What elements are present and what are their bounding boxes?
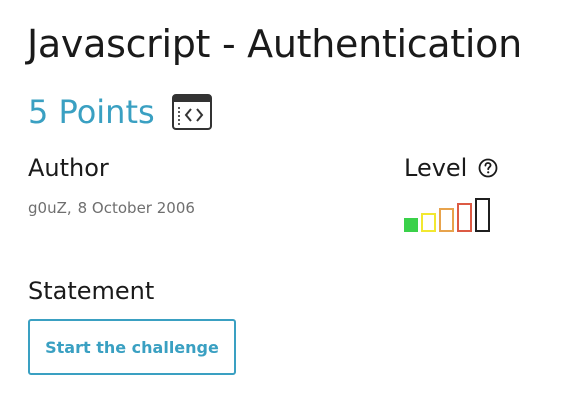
level-bar-5 [475, 198, 490, 232]
author-name[interactable]: g0uZ, [28, 199, 72, 217]
challenge-page: Javascript - Authentication 5 Points Aut… [0, 0, 588, 406]
start-challenge-button[interactable]: Start the challenge [28, 319, 236, 375]
question-circle-icon[interactable] [478, 158, 498, 178]
code-window-icon [171, 94, 212, 130]
author-heading: Author [28, 154, 109, 182]
level-heading: Level [404, 154, 468, 182]
author-info: g0uZ, 8 October 2006 [28, 199, 195, 217]
level-bar-4 [457, 203, 472, 232]
publish-date: 8 October 2006 [77, 199, 195, 217]
level-bar-1 [404, 218, 418, 232]
level-bar-3 [439, 208, 454, 232]
level-bar-2 [421, 213, 436, 232]
statement-heading: Statement [28, 277, 155, 305]
difficulty-level-indicator [404, 196, 498, 232]
challenge-title: Javascript - Authentication [27, 22, 522, 66]
challenge-points: 5 Points [28, 93, 155, 131]
points-row: 5 Points [28, 90, 212, 134]
